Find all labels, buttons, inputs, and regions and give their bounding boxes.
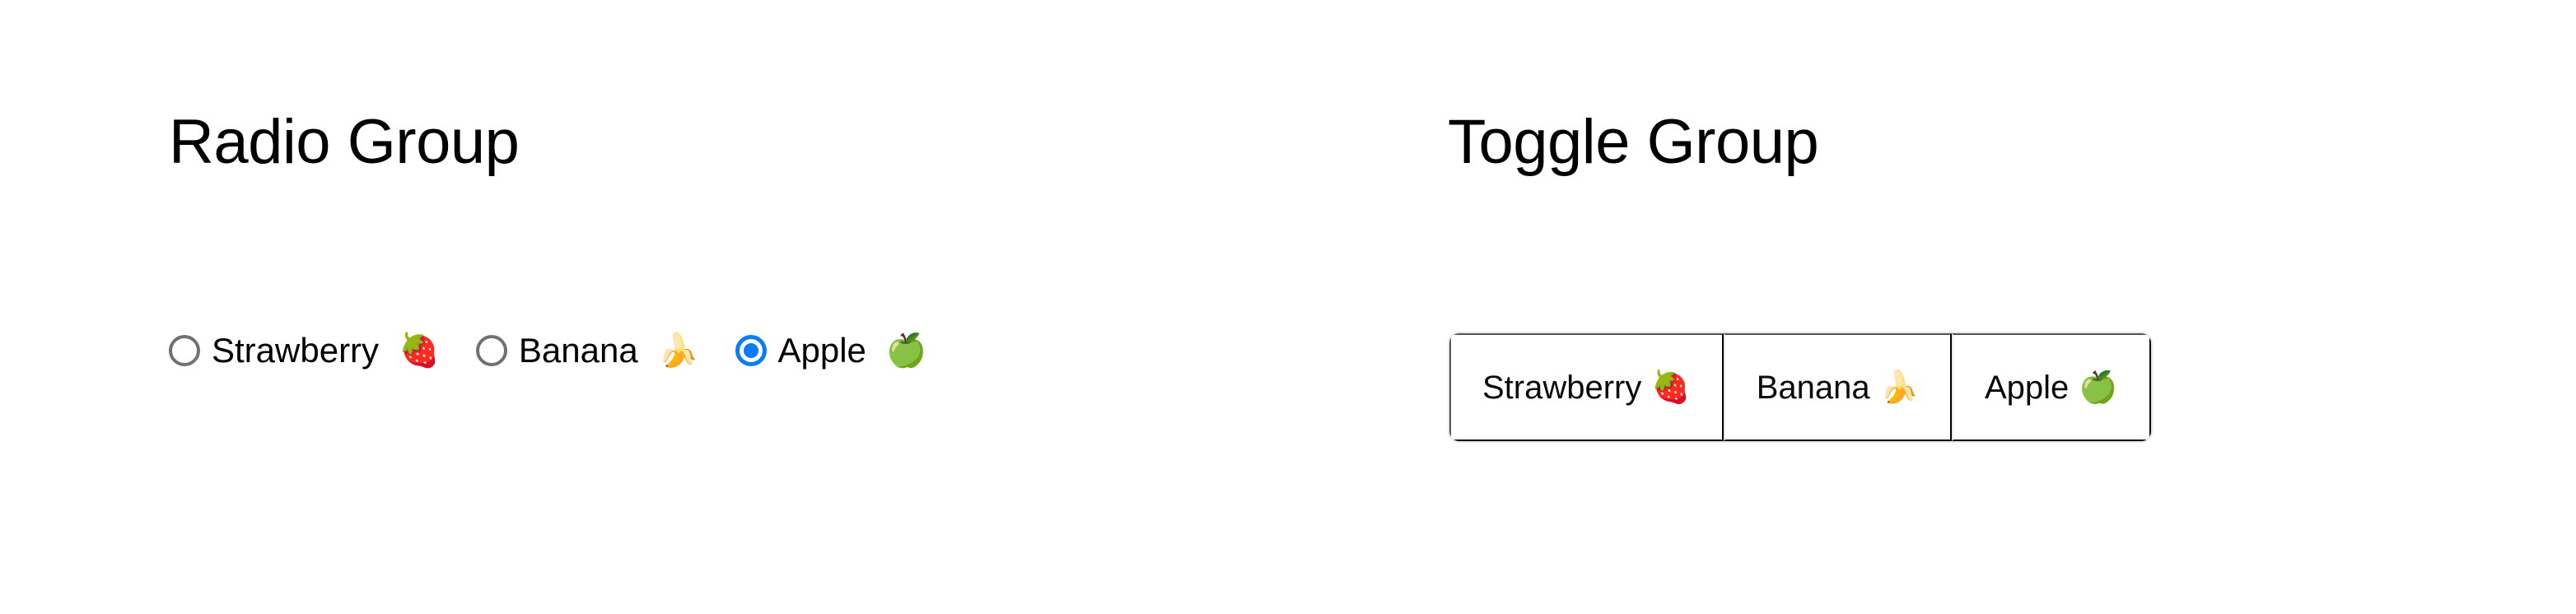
radio-group-heading: Radio Group bbox=[169, 107, 520, 177]
radio-indicator-banana[interactable] bbox=[475, 335, 507, 366]
radio-item-strawberry[interactable]: Strawberry 🍓 bbox=[169, 331, 440, 370]
green-apple-emoji: 🍏 bbox=[2079, 370, 2118, 405]
toggle-button-banana[interactable]: Banana 🍌 bbox=[1723, 333, 1952, 441]
radio-group-section: Radio Group Strawberry 🍓 Banana 🍌 Apple … bbox=[169, 0, 1322, 614]
toggle-label-apple: Apple bbox=[1984, 369, 2070, 406]
toggle-group-heading: Toggle Group bbox=[1448, 107, 1819, 177]
toggle-group-section: Toggle Group Strawberry 🍓 Banana 🍌 Apple… bbox=[1448, 0, 2518, 614]
toggle-label-banana: Banana bbox=[1756, 369, 1870, 406]
banana-emoji: 🍌 bbox=[1879, 370, 1919, 405]
toggle-label-strawberry: Strawberry bbox=[1482, 369, 1642, 406]
toggle-button-apple[interactable]: Apple 🍏 bbox=[1951, 333, 2151, 441]
radio-item-apple[interactable]: Apple 🍏 bbox=[735, 331, 927, 370]
radio-indicator-strawberry[interactable] bbox=[169, 335, 200, 366]
strawberry-emoji: 🍓 bbox=[399, 333, 440, 369]
toggle-group[interactable]: Strawberry 🍓 Banana 🍌 Apple 🍏 bbox=[1448, 332, 2153, 443]
radio-label-banana: Banana bbox=[518, 331, 638, 370]
green-apple-emoji: 🍏 bbox=[885, 333, 927, 369]
radio-item-banana[interactable]: Banana 🍌 bbox=[475, 331, 699, 370]
radio-label-apple: Apple bbox=[777, 331, 866, 370]
radio-label-strawberry: Strawberry bbox=[212, 331, 380, 370]
radio-indicator-apple[interactable] bbox=[735, 335, 767, 366]
toggle-button-strawberry[interactable]: Strawberry 🍓 bbox=[1449, 333, 1724, 441]
strawberry-emoji: 🍓 bbox=[1651, 370, 1691, 405]
radio-group[interactable]: Strawberry 🍓 Banana 🍌 Apple 🍏 bbox=[169, 331, 927, 370]
banana-emoji: 🍌 bbox=[657, 333, 699, 369]
page-root: Radio Group Strawberry 🍓 Banana 🍌 Apple … bbox=[0, 0, 2576, 614]
